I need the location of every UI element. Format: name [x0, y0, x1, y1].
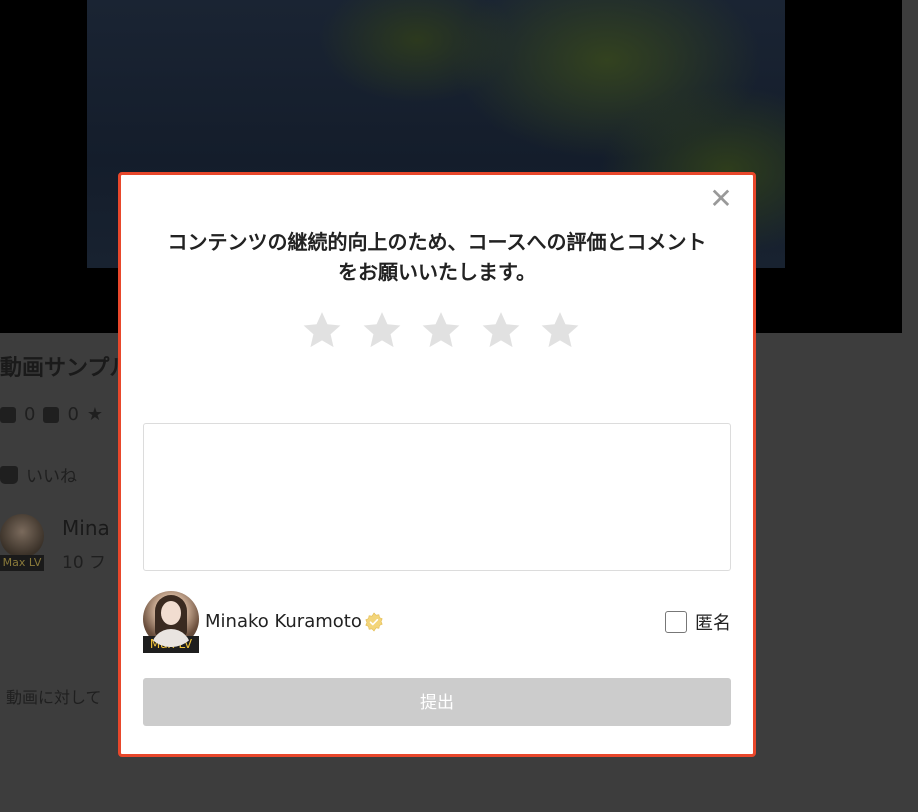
- video-icon: [43, 406, 60, 423]
- person-icon: [0, 406, 16, 423]
- anonymous-checkbox[interactable]: [665, 611, 687, 633]
- author-badge: Max LV: [0, 555, 44, 571]
- like-button[interactable]: いいね: [0, 462, 77, 487]
- author-subtitle: 10 フ: [62, 553, 107, 573]
- star-3-icon[interactable]: [420, 309, 462, 351]
- author-avatar: [0, 514, 44, 558]
- close-icon[interactable]: ✕: [709, 185, 733, 213]
- star-icon: ★: [86, 404, 104, 425]
- anonymous-option[interactable]: 匿名: [665, 609, 731, 635]
- star-2-icon[interactable]: [361, 309, 403, 351]
- modal-title: コンテンツの継続的向上のため、コースへの評価とコメント をお願いいたします。: [141, 227, 733, 287]
- members-count: 0: [24, 404, 36, 425]
- commenter-row: Max LV Minako Kuramoto 匿名: [143, 591, 731, 653]
- page: 動画サンプル 0 0 ★ いいね Max LV Mina 10 フ 動画に対して…: [0, 0, 918, 812]
- commenter-name-block: Minako Kuramoto: [205, 611, 384, 632]
- comment-prompt: 動画に対して: [6, 688, 102, 707]
- star-1-icon[interactable]: [301, 309, 343, 351]
- submit-button[interactable]: 提出: [143, 678, 731, 726]
- thumbs-up-icon: [0, 465, 18, 484]
- rating-modal: ✕ コンテンツの継続的向上のため、コースへの評価とコメント をお願いいたします。…: [118, 172, 756, 757]
- comment-textarea[interactable]: [143, 423, 731, 571]
- author-name: Mina: [62, 516, 110, 540]
- like-label: いいね: [26, 467, 77, 487]
- video-stats: 0 0 ★: [0, 404, 103, 425]
- verified-badge-icon: [364, 612, 384, 632]
- star-4-icon[interactable]: [480, 309, 522, 351]
- modal-title-line-1: コンテンツの継続的向上のため、コースへの評価とコメント: [167, 230, 707, 254]
- star-5-icon[interactable]: [539, 309, 581, 351]
- video-title: 動画サンプル: [0, 356, 132, 381]
- videos-count: 0: [67, 404, 79, 425]
- anonymous-label: 匿名: [695, 613, 731, 634]
- commenter-avatar-wrap: Max LV: [143, 591, 199, 653]
- commenter-name: Minako Kuramoto: [205, 611, 362, 632]
- star-rating: [301, 309, 581, 351]
- modal-title-line-2: をお願いいたします。: [338, 260, 536, 284]
